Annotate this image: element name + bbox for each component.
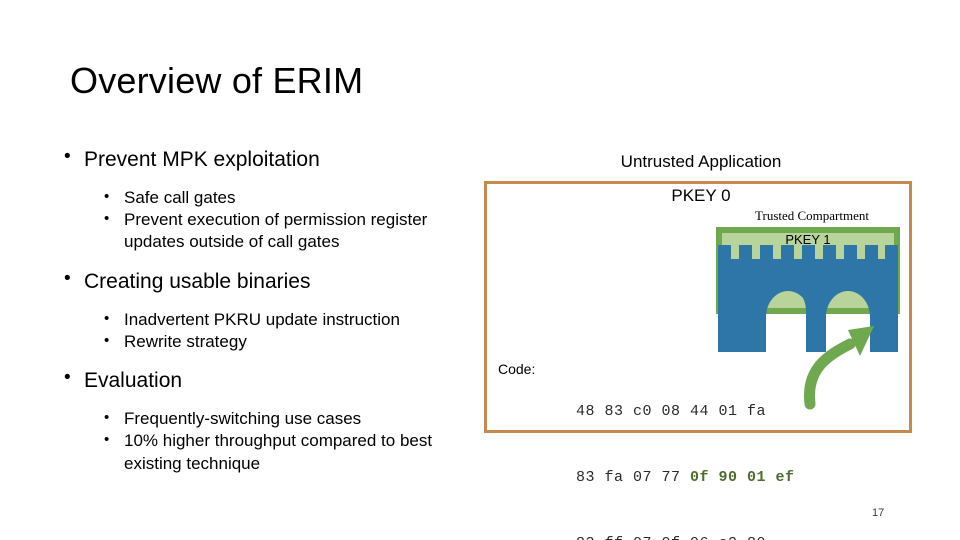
bullet-level1: • Evaluation (58, 367, 488, 394)
page-number: 17 (872, 507, 885, 519)
bullet-dot-icon: • (104, 210, 110, 228)
bullet-level2-text: Prevent execution of permission register… (124, 210, 428, 252)
curved-arrow-icon (804, 326, 874, 410)
code-line: 48 83 c0 08 44 01 fa (576, 401, 795, 423)
bullet-level2: • Inadvertent PKRU update instruction (58, 309, 488, 331)
code-line: 83 fa 07 77 0f 90 01 ef (576, 467, 795, 489)
code-text: 48 83 c0 08 44 01 fa (576, 403, 767, 420)
erim-diagram: Untrusted Application PKEY 0 Trusted Com… (484, 152, 918, 540)
bullet-dot-icon: • (64, 367, 71, 389)
slide: Overview of ERIM • Prevent MPK exploitat… (0, 0, 960, 540)
bullet-level1-text: Evaluation (84, 369, 183, 393)
bullet-level2-text: Inadvertent PKRU update instruction (124, 309, 400, 329)
bullet-level1-text: Prevent MPK exploitation (84, 148, 320, 171)
code-hex-dump: 48 83 c0 08 44 01 fa 83 fa 07 77 0f 90 0… (576, 357, 795, 540)
bullet-dot-icon: • (104, 331, 110, 349)
bullet-dot-icon: • (64, 146, 71, 167)
bullet-level1: • Prevent MPK exploitation (58, 146, 488, 173)
bullet-dot-icon: • (64, 267, 71, 289)
bullet-level2: • Rewrite strategy (58, 331, 488, 353)
code-highlight: 0f 90 01 ef (690, 469, 795, 486)
bullet-list: • Prevent MPK exploitation • Safe call g… (58, 146, 488, 477)
bullet-level2: • 10% higher throughput compared to best… (58, 430, 488, 474)
code-line: 83 ff 07 0f 96 c2 80 (576, 533, 795, 540)
pkey0-label: PKEY 0 (671, 186, 731, 205)
untrusted-application-label: Untrusted Application (620, 152, 782, 171)
page-title: Overview of ERIM (70, 60, 364, 101)
code-text: 83 fa 07 77 (576, 469, 691, 486)
trusted-compartment-label: Trusted Compartment (755, 208, 869, 223)
bullet-level2-text: Rewrite strategy (124, 331, 247, 351)
bullet-level2-text: Frequently-switching use cases (124, 409, 362, 429)
bullet-level2: • Frequently-switching use cases (58, 408, 488, 430)
bullet-level2: • Prevent execution of permission regist… (58, 209, 488, 253)
bullet-dot-icon: • (104, 409, 110, 427)
bullet-group-1: • Prevent MPK exploitation • Safe call g… (58, 146, 488, 254)
bullet-level1-text: Creating usable binaries (84, 269, 311, 293)
bullet-level2-text: 10% higher throughput compared to best e… (124, 431, 433, 473)
bullet-dot-icon: • (104, 309, 110, 327)
bullet-dot-icon: • (104, 431, 110, 449)
bullet-dot-icon: • (104, 188, 110, 206)
bullet-level1: • Creating usable binaries (58, 268, 488, 295)
code-text: 83 ff 07 0f 96 c2 80 (576, 535, 766, 540)
bullet-level2: • Safe call gates (58, 187, 488, 209)
bullet-level2-text: Safe call gates (124, 188, 236, 208)
code-label: Code: (498, 361, 536, 377)
bullet-group-3: • Evaluation • Frequently-switching use … (58, 367, 488, 475)
bullet-group-2: • Creating usable binaries • Inadvertent… (58, 268, 488, 353)
